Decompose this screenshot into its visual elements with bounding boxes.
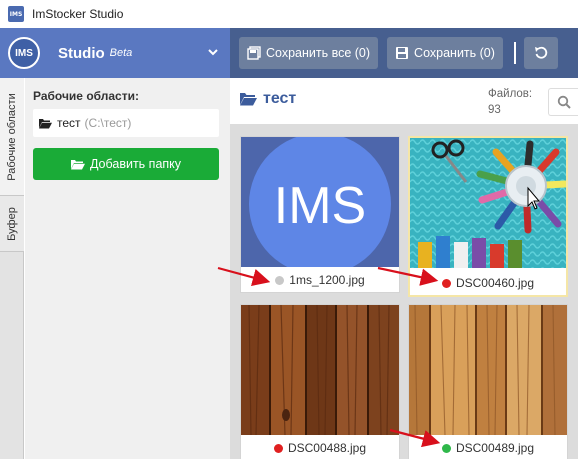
annotation-arrow xyxy=(217,266,271,287)
annotation-arrow xyxy=(389,428,441,448)
annotation-arrow xyxy=(377,266,439,286)
annotation-arrows xyxy=(217,266,441,448)
